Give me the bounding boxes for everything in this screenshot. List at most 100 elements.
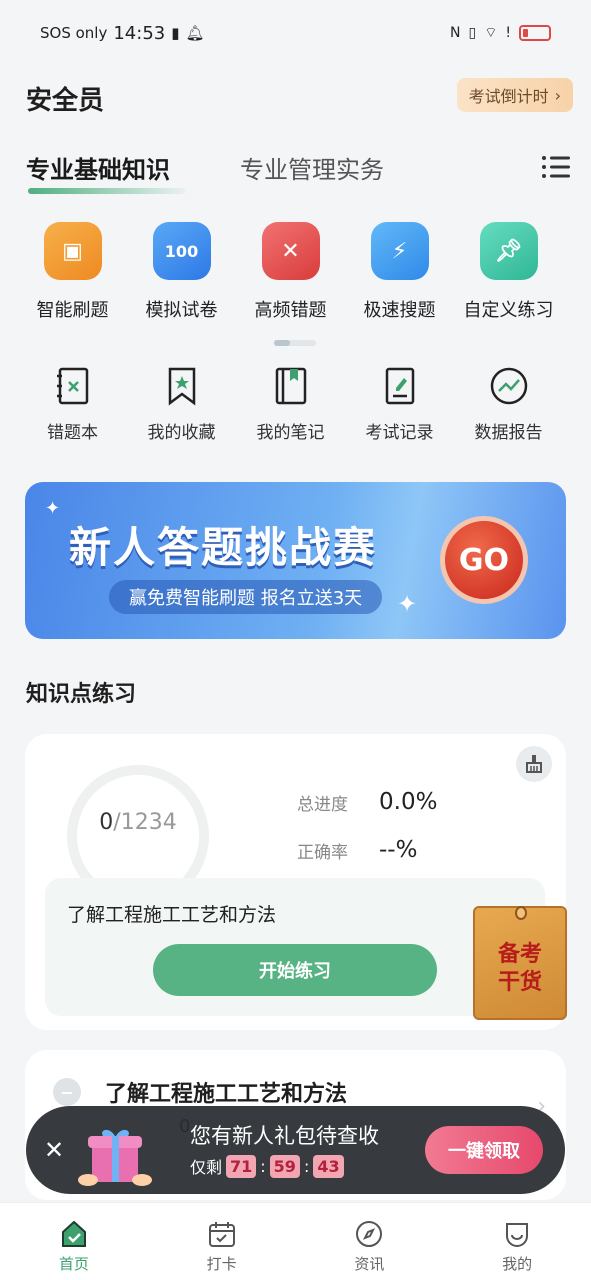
close-icon[interactable]: ✕ [40, 1136, 68, 1164]
alert-icon: ! [505, 25, 511, 41]
profile-icon [506, 1223, 529, 1247]
tool-exam-records[interactable]: 考试记录 [345, 366, 454, 443]
go-button[interactable]: GO [440, 516, 528, 604]
total-count: /1234 [113, 810, 177, 835]
tool-label: 我的收藏 [147, 423, 216, 443]
done-count: 0 [99, 810, 114, 835]
tool-label: 错题本 [47, 423, 98, 443]
home-icon [61, 1220, 86, 1247]
feature-grid: ▣ 智能刷题 100 模拟试卷 ✕ 高频错题 ⚡ 极速搜题 📌︎ 自定义练习 [18, 222, 591, 322]
header: 安全员 考试倒计时 › [0, 70, 591, 126]
current-topic-box: 了解工程施工工艺和方法 开始练习 [45, 878, 545, 1016]
study-materials-envelope[interactable]: 备考 干货 [473, 906, 567, 1020]
page-indicator [274, 340, 316, 346]
mock-exam-icon: 100 [152, 222, 211, 280]
nav-label: 首页 [58, 1255, 89, 1273]
new-user-gift-toast: ✕ 您有新人礼包待查收 仅剩 71: 59: 43 一键领取 [26, 1106, 565, 1194]
feature-mock-exam[interactable]: 100 模拟试卷 [127, 222, 236, 322]
compass-icon [356, 1221, 383, 1247]
nfc-icon: N [450, 25, 461, 41]
feature-smart-practice[interactable]: ▣ 智能刷题 [18, 222, 127, 322]
data-report-icon [490, 367, 527, 405]
tool-label: 考试记录 [365, 423, 434, 443]
broom-icon[interactable] [516, 746, 552, 782]
feature-custom-practice[interactable]: 📌︎ 自定义练习 [454, 222, 563, 322]
countdown-timer: 仅剩 71: 59: 43 [190, 1154, 344, 1178]
nav-news[interactable]: 资讯 [296, 1203, 444, 1280]
feature-label: 模拟试卷 [145, 300, 218, 321]
countdown-label: 考试倒计时 [468, 87, 549, 106]
nav-profile[interactable]: 我的 [443, 1203, 591, 1280]
claim-gift-button[interactable]: 一键领取 [425, 1126, 543, 1174]
bottom-nav: 首页 打卡 资讯 我的 [0, 1202, 591, 1280]
subject-tabs: 专业基础知识 专业管理实务 [0, 140, 591, 196]
vibrate-icon: ▯ [468, 25, 477, 41]
banner-title: 新人答题挑战赛 [69, 523, 378, 572]
wifi-icon: ⌔ [484, 25, 498, 41]
quick-search-icon: ⚡ [370, 222, 429, 280]
progress-stats: 总进度 0.0% 正确率 --% [297, 778, 437, 874]
chevron-right-icon: › [554, 85, 561, 105]
topic-card-title: 了解工程施工工艺和方法 [105, 1082, 348, 1107]
list-menu-icon[interactable] [541, 154, 571, 180]
tool-error-book[interactable]: 错题本 [18, 366, 127, 443]
tab-label: 专业基础知识 [26, 156, 170, 184]
remain-label: 仅剩 [190, 1158, 223, 1177]
frequent-errors-icon: ✕ [261, 222, 320, 280]
feature-label: 自定义练习 [463, 300, 554, 321]
current-topic-name: 了解工程施工工艺和方法 [67, 904, 277, 926]
envelope-text-line2: 干货 [497, 970, 542, 995]
tool-label: 我的笔记 [256, 423, 325, 443]
custom-practice-icon: 📌︎ [479, 222, 538, 280]
tab-management-practice[interactable]: 专业管理实务 [240, 150, 384, 185]
feature-frequent-errors[interactable]: ✕ 高频错题 [236, 222, 345, 322]
timer-minutes: 59 [269, 1154, 300, 1178]
nav-label: 打卡 [206, 1255, 237, 1273]
nav-home[interactable]: 首页 [0, 1203, 148, 1280]
start-practice-button[interactable]: 开始练习 [153, 944, 437, 996]
calendar-checkin-icon [208, 1222, 235, 1247]
accuracy-value: --% [379, 837, 418, 863]
feature-label: 智能刷题 [36, 300, 109, 321]
sparkle-icon: ✦ [45, 498, 61, 519]
accuracy-label: 正确率 [297, 842, 348, 863]
envelope-tag [515, 906, 527, 920]
progress-count: 0/1234 [83, 810, 193, 835]
feature-label: 高频错题 [254, 300, 327, 321]
notes-icon [275, 367, 306, 405]
banner-subtitle: 赢免费智能刷题 报名立送3天 [109, 580, 383, 614]
challenge-banner[interactable]: ✦ ✦ 新人答题挑战赛 赢免费智能刷题 报名立送3天 GO [25, 482, 566, 639]
page-title: 安全员 [26, 86, 105, 116]
feature-quick-search[interactable]: ⚡ 极速搜题 [345, 222, 454, 322]
tool-label: 数据报告 [474, 423, 543, 443]
timer-seconds: 43 [313, 1154, 344, 1178]
nav-checkin[interactable]: 打卡 [148, 1203, 296, 1280]
feature-label: 极速搜题 [363, 300, 436, 321]
exam-record-icon [385, 367, 414, 405]
status-bar: SOS only 14:53 ▮ 🔔︎ N ▯ ⌔ ! [0, 0, 591, 66]
envelope-text-line1: 备考 [497, 942, 542, 967]
progress-value: 0.0% [379, 789, 438, 815]
timer-hours: 71 [226, 1154, 257, 1178]
tab-label: 专业管理实务 [240, 156, 384, 184]
bell-icon: 🔔︎ [185, 24, 205, 42]
progress-label: 总进度 [297, 794, 348, 815]
bookmark-icon [168, 367, 195, 406]
section-title: 知识点练习 [26, 682, 137, 707]
collapse-icon[interactable]: − [53, 1078, 81, 1106]
exam-countdown-button[interactable]: 考试倒计时 › [456, 78, 573, 112]
tool-data-report[interactable]: 数据报告 [454, 366, 563, 443]
battery-icon [519, 25, 551, 41]
tool-notes[interactable]: 我的笔记 [236, 366, 345, 443]
smart-practice-icon: ▣ [43, 222, 102, 280]
sparkle-icon: ✦ [397, 590, 418, 618]
nav-label: 我的 [502, 1255, 533, 1273]
tool-bookmarks[interactable]: 我的收藏 [127, 366, 236, 443]
clock: 14:53 [113, 22, 166, 44]
nav-label: 资讯 [354, 1255, 385, 1273]
tool-grid: 错题本 我的收藏 我的笔记 考试记录 数据报告 [18, 366, 591, 443]
tab-professional-basics[interactable]: 专业基础知识 [26, 150, 186, 194]
gift-box-icon [78, 1129, 152, 1186]
error-book-icon [56, 367, 88, 405]
battery-saver-icon: ▮ [171, 24, 180, 42]
